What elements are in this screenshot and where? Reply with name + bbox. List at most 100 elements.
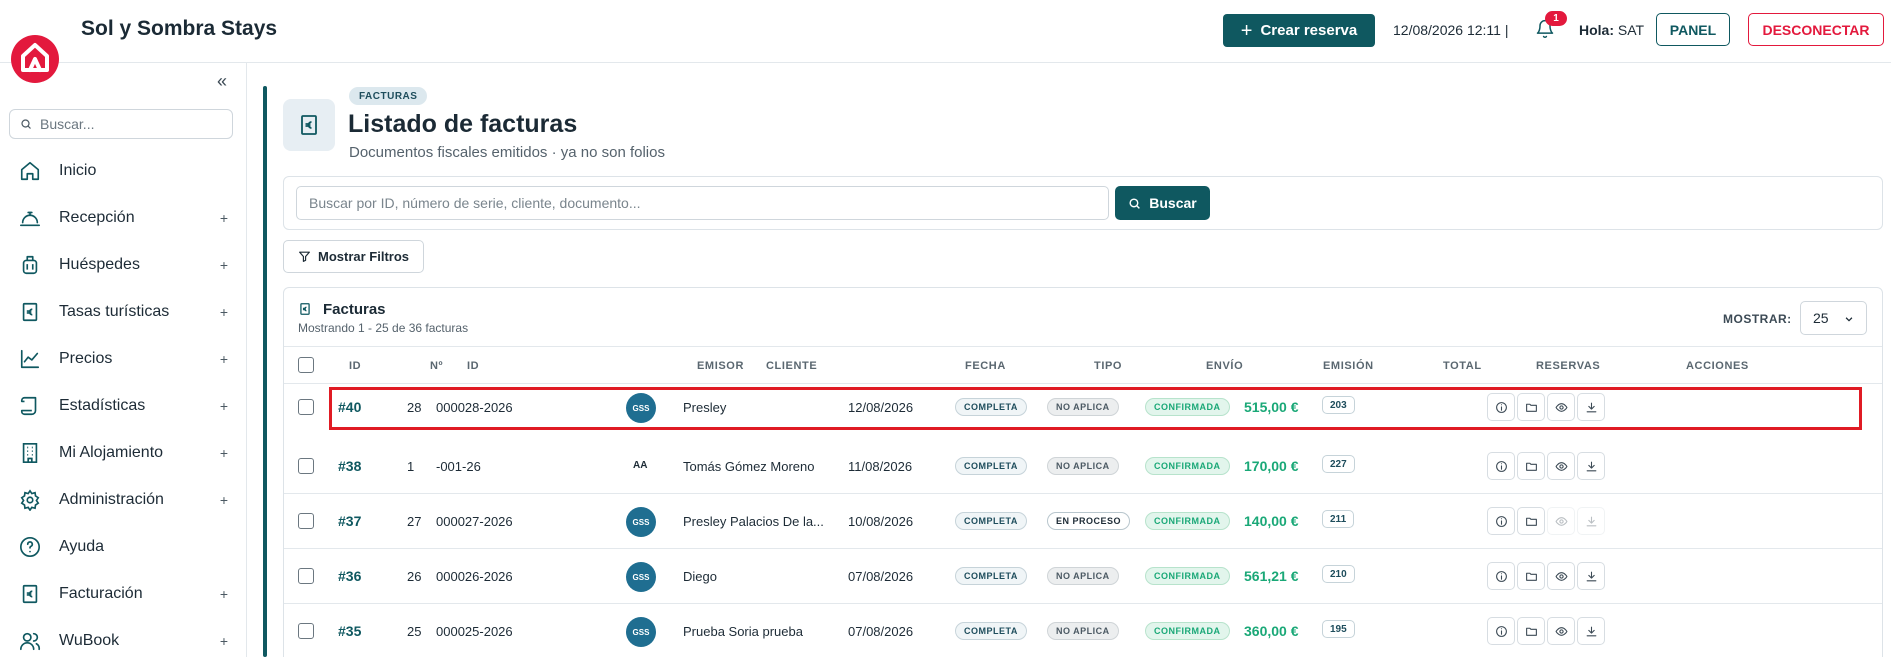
folder-action-button[interactable]: [1517, 562, 1545, 590]
expand-plus-icon: +: [219, 350, 228, 367]
reception-bell-icon: [19, 207, 41, 229]
info-icon: [1495, 460, 1507, 472]
sidebar-item-mi-alojamiento[interactable]: Mi Alojamiento +: [0, 429, 246, 476]
folder-action-button[interactable]: [1517, 507, 1545, 535]
invoice-id-link[interactable]: #36: [338, 568, 361, 584]
reservation-link[interactable]: 227: [1322, 455, 1355, 473]
table-row[interactable]: #35 25 000025-2026 GSS Prueba Soria prueba 07…: [284, 604, 1882, 657]
select-all-checkbox[interactable]: [298, 357, 314, 373]
search-button[interactable]: Buscar: [1115, 186, 1210, 220]
page-title: Listado de facturas: [348, 110, 578, 138]
sidebar-item-inicio[interactable]: Inicio: [0, 147, 246, 194]
download-action-button[interactable]: [1577, 393, 1605, 421]
issuance-status-badge: CONFIRMADA: [1145, 398, 1230, 416]
invoice-search-input[interactable]: [296, 186, 1109, 220]
sidebar-item-ayuda[interactable]: Ayuda: [0, 523, 246, 570]
logout-button[interactable]: DESCONECTAR: [1748, 13, 1884, 46]
emisor-text: AA: [633, 460, 648, 471]
invoice-id-link[interactable]: #40: [338, 399, 361, 415]
table-row[interactable]: #38 1 -001-26 AA Tomás Gómez Moreno 11/08/202…: [284, 439, 1882, 494]
building-icon: [19, 442, 41, 464]
eye-action-button[interactable]: [1547, 562, 1575, 590]
expand-plus-icon: +: [219, 256, 228, 273]
info-action-button[interactable]: [1487, 617, 1515, 645]
emisor-avatar: GSS: [626, 562, 656, 592]
filter-icon: [299, 251, 310, 262]
row-checkbox[interactable]: [298, 623, 314, 639]
info-icon: [1495, 401, 1507, 413]
invoice-number: 1: [407, 459, 415, 474]
invoice-id-link[interactable]: #38: [338, 458, 361, 474]
folder-action-button[interactable]: [1517, 393, 1545, 421]
download-icon: [1586, 461, 1596, 471]
client-name: Tomás Gómez Moreno: [683, 459, 815, 474]
invoice-id-link[interactable]: #37: [338, 513, 361, 529]
info-action-button[interactable]: [1487, 562, 1515, 590]
row-checkbox[interactable]: [298, 513, 314, 529]
section-tag: FACTURAS: [349, 87, 428, 105]
folder-action-button[interactable]: [1517, 452, 1545, 480]
issuance-status-badge: CONFIRMADA: [1145, 512, 1230, 530]
luggage-icon: [19, 254, 41, 276]
invoice-total: 360,00 €: [1244, 623, 1299, 639]
invoice-series: -001-26: [436, 459, 481, 474]
reservation-link[interactable]: 210: [1322, 565, 1355, 583]
show-filters-button[interactable]: Mostrar Filtros: [283, 240, 424, 273]
panel-button[interactable]: PANEL: [1656, 13, 1730, 46]
row-checkbox[interactable]: [298, 568, 314, 584]
download-action-button[interactable]: [1577, 617, 1605, 645]
eye-action-button[interactable]: [1547, 507, 1575, 535]
info-action-button[interactable]: [1487, 393, 1515, 421]
page-size-select[interactable]: 25: [1800, 301, 1867, 335]
eye-icon: [1555, 461, 1567, 471]
column-header-fecha: FECHA: [965, 360, 1006, 372]
sidebar-item-estadisticas[interactable]: Estadísticas +: [0, 382, 246, 429]
sidebar-item-recepcion[interactable]: Recepción +: [0, 194, 246, 241]
info-icon: [1495, 625, 1507, 637]
sidebar-item-precios[interactable]: Precios +: [0, 335, 246, 382]
delivery-status-badge: NO APLICA: [1047, 398, 1119, 416]
invoices-header-icon: [283, 99, 335, 151]
sidebar-item-label: Tasas turísticas: [59, 302, 170, 320]
client-name: Presley: [683, 400, 727, 415]
folder-action-button[interactable]: [1517, 617, 1545, 645]
invoice-series: 000026-2026: [436, 569, 513, 584]
table-row[interactable]: #37 27 000027-2026 GSS Presley Palacios De l…: [284, 494, 1882, 549]
download-action-button[interactable]: [1577, 452, 1605, 480]
table-row[interactable]: #36 26 000026-2026 GSS Diego 07/08/2026 COMPLE…: [284, 549, 1882, 604]
invoice-id-link[interactable]: #35: [338, 623, 361, 639]
eye-icon: [1555, 571, 1567, 581]
collapse-sidebar-icon[interactable]: «: [217, 71, 227, 92]
delivery-status-badge: NO APLICA: [1047, 567, 1119, 585]
row-checkbox[interactable]: [298, 399, 314, 415]
scroll-icon: [19, 395, 41, 417]
invoice-series: 000025-2026: [436, 624, 513, 639]
info-action-button[interactable]: [1487, 507, 1515, 535]
create-reservation-button[interactable]: + Crear reserva: [1223, 14, 1375, 47]
sidebar-search-input[interactable]: [40, 116, 220, 132]
sidebar-item-facturacion[interactable]: Facturación +: [0, 570, 246, 617]
reservation-link[interactable]: 195: [1322, 620, 1355, 638]
reservation-link[interactable]: 203: [1322, 396, 1355, 414]
sidebar-item-administracion[interactable]: Administración +: [0, 476, 246, 523]
table-row[interactable]: #40 28 000028-2026 GSS Presley 12/08/2026 COMP…: [298, 387, 1862, 430]
info-action-button[interactable]: [1487, 452, 1515, 480]
sidebar-item-huespedes[interactable]: Huéspedes +: [0, 241, 246, 288]
column-header-total: TOTAL: [1443, 360, 1482, 372]
eye-action-button[interactable]: [1547, 393, 1575, 421]
client-name: Prueba Soria prueba: [683, 624, 803, 639]
reservation-link[interactable]: 211: [1322, 510, 1355, 528]
sidebar-item-wubook[interactable]: WuBook +: [0, 617, 246, 657]
row-checkbox[interactable]: [298, 458, 314, 474]
download-action-button[interactable]: [1577, 562, 1605, 590]
app-logo[interactable]: [11, 35, 59, 83]
eye-action-button[interactable]: [1547, 452, 1575, 480]
download-action-button[interactable]: [1577, 507, 1605, 535]
column-header-series-id: ID: [467, 360, 480, 372]
type-badge: COMPLETA: [955, 622, 1027, 640]
sidebar-item-tasas-turisticas[interactable]: Tasas turísticas +: [0, 288, 246, 335]
table-pagination-summary: Mostrando 1 - 25 de 36 facturas: [298, 321, 469, 335]
eye-icon: [1555, 516, 1567, 526]
folder-icon: [1525, 403, 1537, 412]
eye-action-button[interactable]: [1547, 617, 1575, 645]
